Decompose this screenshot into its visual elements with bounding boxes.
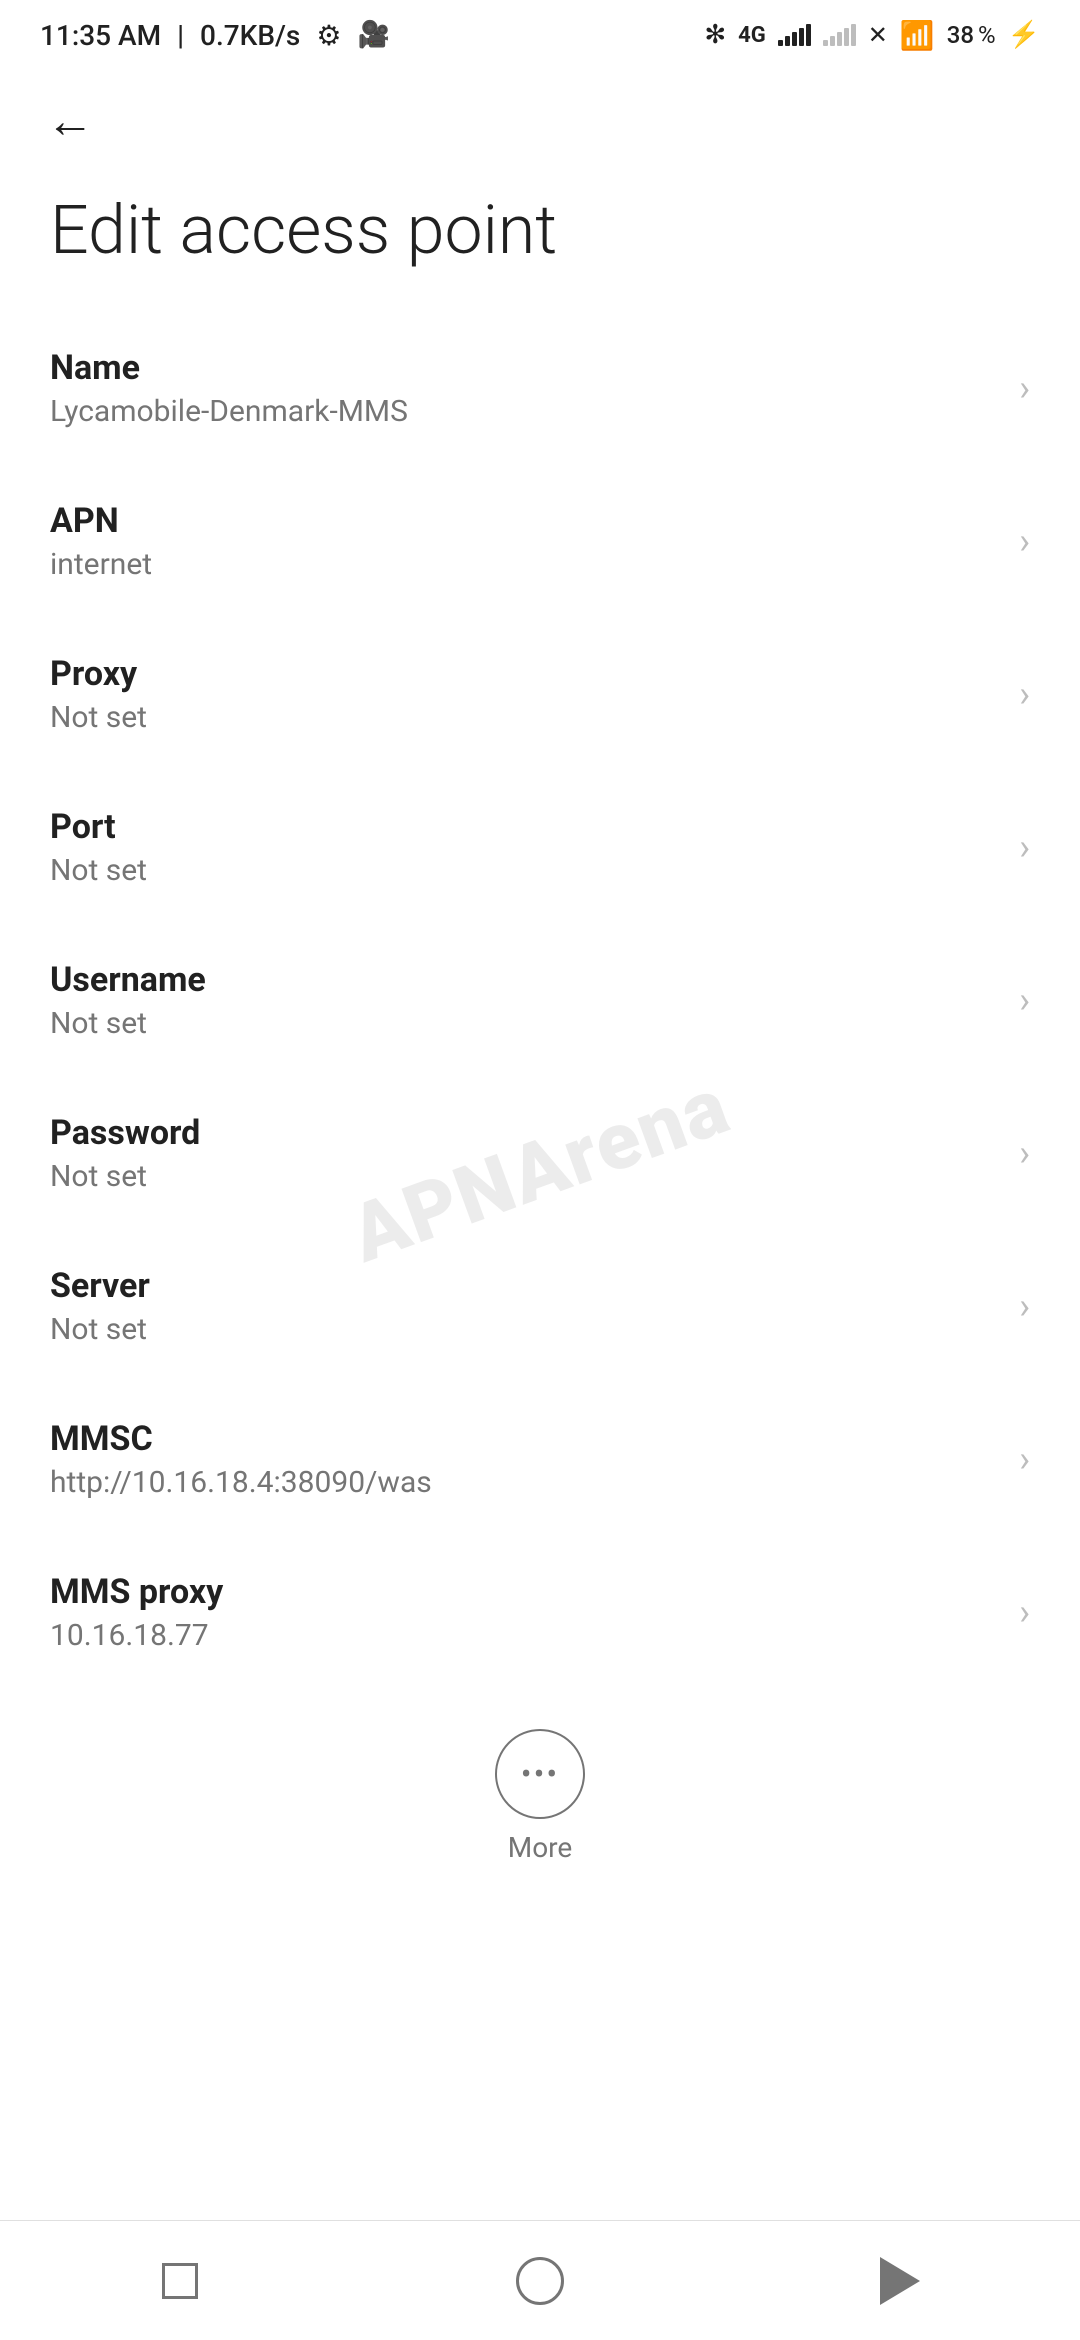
settings-item-name-label: Name — [50, 348, 999, 388]
settings-item-proxy-content: Proxy Not set — [50, 654, 999, 735]
three-dots-icon: ••• — [521, 1758, 559, 1790]
settings-item-mms-proxy-value: 10.16.18.77 — [50, 1618, 999, 1653]
settings-item-server-label: Server — [50, 1266, 999, 1306]
more-circle-button[interactable]: ••• — [495, 1729, 585, 1819]
charging-icon: ⚡ — [1008, 20, 1040, 50]
settings-item-username[interactable]: Username Not set › — [0, 924, 1080, 1077]
settings-item-mmsc-value: http://10.16.18.4:38090/was — [50, 1465, 999, 1500]
no-signal-icon: ✕ — [868, 21, 888, 49]
settings-item-mmsc-label: MMSC — [50, 1419, 999, 1459]
settings-item-apn-label: APN — [50, 501, 999, 541]
bottom-nav — [0, 2220, 1080, 2340]
chevron-right-icon: › — [1019, 673, 1030, 715]
speed-display: | — [177, 19, 184, 52]
settings-item-port-value: Not set — [50, 853, 999, 888]
chevron-right-icon: › — [1019, 1132, 1030, 1174]
more-label: More — [508, 1831, 573, 1864]
back-button[interactable]: ← — [40, 90, 100, 150]
settings-item-port-label: Port — [50, 807, 999, 847]
recents-icon — [162, 2263, 198, 2299]
nav-back-button[interactable] — [840, 2241, 960, 2321]
more-button-container[interactable]: ••• More — [0, 1689, 1080, 1914]
chevron-right-icon: › — [1019, 520, 1030, 562]
settings-item-name-value: Lycamobile-Denmark-MMS — [50, 394, 999, 429]
settings-item-username-value: Not set — [50, 1006, 999, 1041]
settings-item-name-content: Name Lycamobile-Denmark-MMS — [50, 348, 999, 429]
network-4g-icon: 4G — [738, 23, 766, 48]
settings-item-apn[interactable]: APN internet › — [0, 465, 1080, 618]
settings-item-mms-proxy[interactable]: MMS proxy 10.16.18.77 › — [0, 1536, 1080, 1689]
settings-item-password-label: Password — [50, 1113, 999, 1153]
settings-item-port-content: Port Not set — [50, 807, 999, 888]
wifi-icon: 📶 — [900, 19, 935, 52]
settings-item-password-value: Not set — [50, 1159, 999, 1194]
bluetooth-icon: ✻ — [704, 20, 726, 50]
settings-item-mmsc-content: MMSC http://10.16.18.4:38090/was — [50, 1419, 999, 1500]
settings-item-mms-proxy-content: MMS proxy 10.16.18.77 — [50, 1572, 999, 1653]
chevron-right-icon: › — [1019, 1438, 1030, 1480]
settings-item-name[interactable]: Name Lycamobile-Denmark-MMS › — [0, 312, 1080, 465]
settings-item-username-label: Username — [50, 960, 999, 1000]
settings-item-password[interactable]: Password Not set › — [0, 1077, 1080, 1230]
settings-item-mmsc[interactable]: MMSC http://10.16.18.4:38090/was › — [0, 1383, 1080, 1536]
chevron-right-icon: › — [1019, 826, 1030, 868]
settings-item-proxy-label: Proxy — [50, 654, 999, 694]
settings-item-mms-proxy-label: MMS proxy — [50, 1572, 999, 1612]
signal-bars-1 — [778, 24, 811, 46]
chevron-right-icon: › — [1019, 1591, 1030, 1633]
chevron-right-icon: › — [1019, 367, 1030, 409]
time-display: 11:35 AM — [40, 19, 161, 52]
settings-icon: ⚙ — [316, 19, 341, 52]
back-icon — [880, 2257, 920, 2305]
content-area: Name Lycamobile-Denmark-MMS › APN intern… — [0, 312, 1080, 2114]
status-right: ✻ 4G ✕ 📶 38 % ⚡ — [704, 19, 1040, 52]
page-title: Edit access point — [0, 170, 1080, 312]
settings-item-server-content: Server Not set — [50, 1266, 999, 1347]
settings-list: Name Lycamobile-Denmark-MMS › APN intern… — [0, 312, 1080, 1689]
settings-item-server[interactable]: Server Not set › — [0, 1230, 1080, 1383]
top-nav: ← — [0, 70, 1080, 170]
settings-item-server-value: Not set — [50, 1312, 999, 1347]
home-icon — [516, 2257, 564, 2305]
battery-container: 38 % — [947, 21, 996, 49]
settings-item-username-content: Username Not set — [50, 960, 999, 1041]
status-bar: 11:35 AM | 0.7KB/s ⚙ 🎥 ✻ 4G ✕ 📶 — [0, 0, 1080, 70]
settings-item-apn-content: APN internet — [50, 501, 999, 582]
signal-bars-2 — [823, 24, 856, 46]
back-arrow-icon: ← — [46, 92, 94, 149]
camera-icon: 🎥 — [357, 20, 389, 50]
network-speed: 0.7KB/s — [200, 19, 300, 52]
settings-item-proxy[interactable]: Proxy Not set › — [0, 618, 1080, 771]
nav-recents-button[interactable] — [120, 2241, 240, 2321]
chevron-right-icon: › — [1019, 979, 1030, 1021]
settings-item-proxy-value: Not set — [50, 700, 999, 735]
status-left: 11:35 AM | 0.7KB/s ⚙ 🎥 — [40, 19, 390, 52]
settings-item-apn-value: internet — [50, 547, 999, 582]
battery-percent: 38 — [947, 21, 974, 49]
settings-item-password-content: Password Not set — [50, 1113, 999, 1194]
nav-home-button[interactable] — [480, 2241, 600, 2321]
settings-item-port[interactable]: Port Not set › — [0, 771, 1080, 924]
chevron-right-icon: › — [1019, 1285, 1030, 1327]
